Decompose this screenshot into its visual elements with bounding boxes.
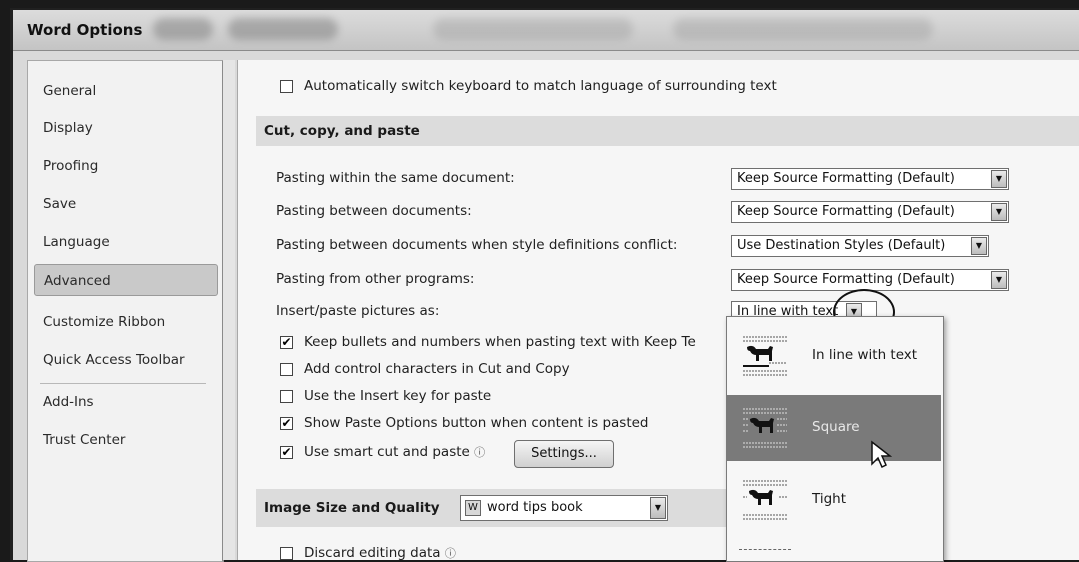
sidebar-item-language[interactable]: Language (28, 226, 220, 258)
paste-style-conflict-value: Use Destination Styles (Default) (737, 238, 946, 253)
advanced-options-panel: Automatically switch keyboard to match l… (237, 60, 1079, 560)
chevron-down-icon[interactable]: ▼ (650, 497, 666, 519)
title-bar-blur (433, 18, 633, 40)
sidebar-item-display[interactable]: Display (28, 112, 220, 144)
paste-same-doc-label: Pasting within the same document: (276, 170, 515, 186)
paste-between-docs-label: Pasting between documents: (276, 203, 472, 219)
mouse-cursor-icon (871, 440, 892, 469)
cut-copy-paste-header: Cut, copy, and paste (256, 116, 1079, 146)
sidebar-item-advanced[interactable]: Advanced (34, 264, 218, 296)
chevron-down-icon[interactable]: ▼ (991, 203, 1007, 221)
insert-key-paste-label: Use the Insert key for paste (304, 388, 492, 404)
chevron-down-icon[interactable]: ▼ (991, 170, 1007, 188)
image-size-document-select[interactable]: W word tips book ▼ (460, 495, 668, 521)
options-sidebar: General Display Proofing Save Language A… (27, 60, 224, 562)
paste-other-programs-value: Keep Source Formatting (Default) (737, 272, 955, 287)
sidebar-item-proofing[interactable]: Proofing (28, 150, 220, 182)
paste-between-docs-value: Keep Source Formatting (Default) (737, 204, 955, 219)
add-control-chars-checkbox[interactable] (280, 363, 293, 376)
in-line-with-text-icon (743, 336, 787, 376)
smart-cut-paste-checkbox[interactable]: ✔ (280, 446, 293, 459)
insert-key-paste-checkbox[interactable] (280, 390, 293, 403)
info-icon: ⓘ (444, 547, 456, 560)
add-control-chars-label: Add control characters in Cut and Copy (304, 361, 570, 377)
title-bar-blur (673, 18, 933, 40)
chevron-down-icon[interactable]: ▼ (991, 271, 1007, 289)
paste-same-doc-select[interactable]: Keep Source Formatting (Default) ▼ (731, 168, 1009, 190)
paste-other-programs-select[interactable]: Keep Source Formatting (Default) ▼ (731, 269, 1009, 291)
paste-style-conflict-label: Pasting between documents when style def… (276, 237, 678, 253)
settings-button[interactable]: Settings... (514, 440, 614, 468)
keep-bullets-checkbox[interactable]: ✔ (280, 336, 293, 349)
show-paste-options-checkbox[interactable]: ✔ (280, 417, 293, 430)
sidebar-item-trust-center[interactable]: Trust Center (28, 424, 220, 456)
image-size-document-value: word tips book (487, 500, 583, 515)
in-line-option-label: In line with text (812, 347, 918, 363)
sidebar-item-quick-access-toolbar[interactable]: Quick Access Toolbar (28, 344, 220, 376)
paste-other-programs-label: Pasting from other programs: (276, 271, 475, 287)
dropdown-option-tight[interactable]: Tight (727, 467, 941, 533)
sidebar-item-general[interactable]: General (28, 75, 220, 107)
sidebar-divider (40, 383, 206, 384)
image-size-quality-title: Image Size and Quality (264, 500, 440, 516)
tight-option-label: Tight (812, 491, 847, 507)
chevron-down-icon[interactable]: ▼ (971, 237, 987, 255)
auto-switch-keyboard-checkbox[interactable] (280, 80, 293, 93)
square-wrap-icon (743, 408, 787, 448)
title-bar-blur (153, 18, 213, 40)
smart-cut-paste-text: Use smart cut and paste (304, 444, 470, 460)
discard-editing-text: Discard editing data (304, 545, 441, 560)
title-bar: Word Options (13, 10, 1079, 51)
discard-editing-label: Discard editing data ⓘ (304, 545, 456, 560)
tight-wrap-icon (743, 480, 787, 520)
paste-style-conflict-select[interactable]: Use Destination Styles (Default) ▼ (731, 235, 989, 257)
discard-editing-checkbox[interactable] (280, 547, 293, 560)
smart-cut-paste-label: Use smart cut and paste ⓘ (304, 444, 485, 460)
wrap-style-dropdown: In line with text Square Tight (726, 316, 944, 562)
dialog-title: Word Options (27, 21, 143, 39)
paste-same-doc-value: Keep Source Formatting (Default) (737, 171, 955, 186)
sidebar-item-customize-ribbon[interactable]: Customize Ribbon (28, 306, 220, 338)
keep-bullets-label: Keep bullets and numbers when pasting te… (304, 334, 696, 350)
word-document-icon: W (465, 500, 481, 516)
paste-between-docs-select[interactable]: Keep Source Formatting (Default) ▼ (731, 201, 1009, 223)
dropdown-option-in-line[interactable]: In line with text (727, 323, 941, 389)
next-option-hint (739, 549, 791, 551)
info-icon: ⓘ (474, 446, 486, 459)
dropdown-option-square[interactable]: Square (727, 395, 941, 461)
show-paste-options-label: Show Paste Options button when content i… (304, 415, 649, 431)
sidebar-item-add-ins[interactable]: Add-Ins (28, 386, 220, 418)
title-bar-blur (228, 18, 338, 40)
auto-switch-keyboard-label: Automatically switch keyboard to match l… (304, 78, 777, 94)
square-option-label: Square (812, 419, 860, 435)
sidebar-item-save[interactable]: Save (28, 188, 220, 220)
paste-pictures-label: Insert/paste pictures as: (276, 303, 440, 319)
sidebar-scroll-track (223, 60, 235, 560)
